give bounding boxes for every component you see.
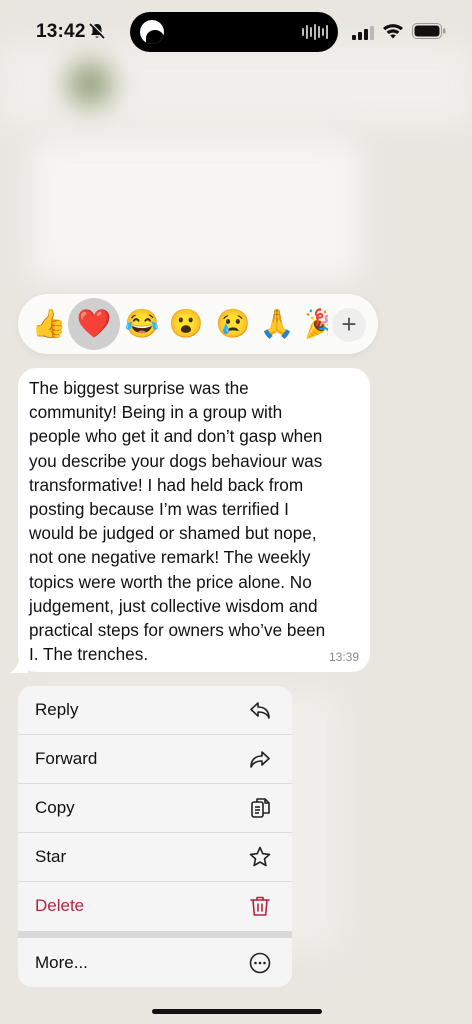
reaction-folded-hands[interactable]: 🙏: [254, 301, 300, 347]
cellular-signal-icon: [352, 24, 376, 40]
menu-item-label: Star: [35, 847, 67, 866]
now-playing-icon: [140, 20, 164, 44]
home-indicator[interactable]: [152, 1009, 322, 1014]
menu-item-label: Copy: [35, 798, 75, 817]
reaction-bar: 👍 ❤️ 😂 😮 😢 🙏 🎉 +: [18, 294, 378, 354]
menu-item-label: Forward: [35, 749, 98, 768]
reaction-red-heart[interactable]: ❤️: [68, 298, 120, 350]
copy-icon: [251, 798, 270, 818]
reaction-surprised-face[interactable]: 😮: [163, 301, 209, 347]
status-time: 13:42: [36, 21, 86, 42]
message-timestamp: 13:39: [328, 650, 359, 664]
menu-item-delete[interactable]: Delete: [18, 882, 292, 930]
menu-item-copy[interactable]: Copy: [18, 784, 292, 832]
menu-item-reply[interactable]: Reply: [18, 686, 292, 734]
blurred-message: [30, 140, 360, 280]
blurred-avatar: [68, 62, 112, 106]
reaction-party-popper[interactable]: 🎉: [304, 301, 328, 347]
star-icon: [249, 846, 271, 867]
menu-item-forward[interactable]: Forward: [18, 735, 292, 783]
status-bar: 13:42: [0, 0, 472, 60]
message-text: The biggest surprise was the community! …: [29, 378, 326, 665]
message-bubble[interactable]: The biggest surprise was the community! …: [18, 368, 370, 672]
battery-icon: [412, 23, 446, 39]
bell-muted-icon: [89, 22, 106, 39]
reaction-crying-face[interactable]: 😢: [210, 301, 256, 347]
reaction-tears-of-joy[interactable]: 😂: [119, 301, 165, 347]
wifi-icon: [383, 24, 403, 39]
trash-icon: [250, 896, 270, 916]
menu-item-label: Reply: [35, 700, 79, 719]
menu-item-label: More...: [35, 953, 88, 972]
more-icon: [249, 952, 271, 974]
audio-waveform-icon: [302, 24, 328, 40]
menu-section-divider: [18, 931, 292, 938]
menu-item-label: Delete: [35, 896, 85, 915]
menu-item-more[interactable]: More...: [18, 939, 292, 987]
reply-icon: [250, 702, 270, 719]
message-context-menu: Reply Forward Copy Star Delete More...: [18, 686, 292, 987]
forward-icon: [250, 751, 270, 768]
dynamic-island[interactable]: [130, 12, 338, 52]
more-reactions-button[interactable]: +: [332, 308, 366, 342]
reaction-thumbs-up[interactable]: 👍: [26, 301, 72, 347]
menu-item-star[interactable]: Star: [18, 833, 292, 881]
